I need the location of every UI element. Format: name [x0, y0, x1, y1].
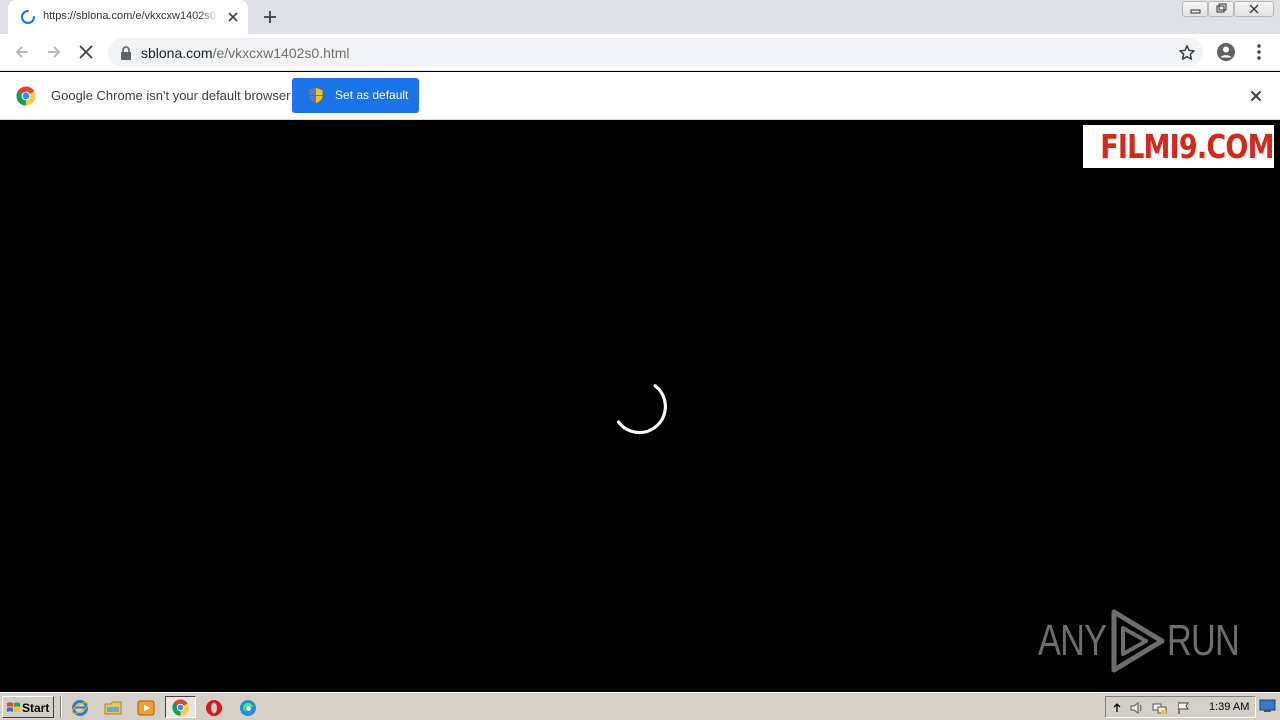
windows-taskbar: Start 1:39 AM: [0, 692, 1280, 720]
start-label: Start: [22, 701, 50, 715]
lock-icon[interactable]: [120, 46, 132, 60]
site-logo-text: FILMI9.COM: [1100, 127, 1274, 166]
start-button[interactable]: Start: [2, 696, 54, 718]
address-bar[interactable]: sblona.com/e/vkxcxw1402s0.html: [108, 38, 1203, 67]
close-window-icon: [1249, 4, 1259, 14]
back-arrow-icon[interactable]: [12, 42, 32, 62]
loading-spinner-icon: [21, 10, 35, 24]
stop-loading-icon[interactable]: [76, 42, 96, 62]
file-explorer-icon[interactable]: [104, 699, 122, 717]
media-player-icon[interactable]: [137, 699, 155, 717]
action-center-flag-icon[interactable]: [1176, 700, 1192, 716]
taskbar-separator: [60, 696, 62, 718]
edge-icon[interactable]: [239, 699, 257, 717]
video-loading-spinner-icon: [616, 384, 667, 435]
infobar-message: Google Chrome isn't your default browser: [51, 88, 291, 103]
close-infobar-icon[interactable]: [1248, 88, 1264, 104]
chrome-icon: [172, 699, 189, 716]
watermark-any: ANY: [1038, 616, 1107, 665]
set-as-default-label: Set as default: [335, 88, 409, 102]
video-player-area[interactable]: FILMI9.COM ANY RUN: [0, 120, 1280, 692]
anyrun-watermark: ANY RUN: [1038, 608, 1240, 674]
restore-button[interactable]: [1208, 1, 1234, 17]
close-window-button[interactable]: [1234, 1, 1274, 17]
internet-explorer-icon[interactable]: [71, 699, 89, 717]
site-logo[interactable]: FILMI9.COM: [1083, 125, 1275, 168]
new-tab-icon[interactable]: [260, 7, 280, 27]
default-browser-infobar: Google Chrome isn't your default browser…: [0, 72, 1280, 120]
system-tray: 1:39 AM: [1105, 696, 1256, 718]
play-triangle-icon: [1111, 609, 1165, 673]
watermark-run: RUN: [1167, 616, 1240, 665]
restore-icon: [1216, 3, 1227, 13]
bookmark-star-icon[interactable]: [1177, 43, 1197, 63]
show-desktop-icon[interactable]: [1259, 698, 1276, 714]
tab-strip: https://sblona.com/e/vkxcxw1402s0.html: [0, 0, 1280, 34]
opera-icon[interactable]: [205, 699, 223, 717]
show-hidden-icons-icon[interactable]: [1109, 700, 1125, 716]
windows-flag-icon: [7, 702, 20, 713]
browser-toolbar: sblona.com/e/vkxcxw1402s0.html: [0, 34, 1280, 71]
browser-tab[interactable]: https://sblona.com/e/vkxcxw1402s0.html: [8, 0, 248, 34]
taskbar-chrome-button[interactable]: [165, 696, 196, 718]
url-text[interactable]: sblona.com/e/vkxcxw1402s0.html: [141, 45, 350, 61]
set-as-default-button[interactable]: Set as default: [292, 78, 419, 113]
network-icon[interactable]: [1152, 700, 1168, 716]
url-path: /e/vkxcxw1402s0.html: [212, 45, 350, 61]
taskbar-clock[interactable]: 1:39 AM: [1209, 701, 1249, 713]
kebab-menu-icon[interactable]: [1249, 42, 1269, 62]
volume-icon[interactable]: [1129, 700, 1145, 716]
minimize-icon: [1190, 9, 1201, 14]
uac-shield-icon: [308, 87, 324, 104]
forward-arrow-icon[interactable]: [44, 42, 64, 62]
profile-avatar-icon[interactable]: [1216, 42, 1236, 62]
url-host: sblona.com: [141, 45, 213, 61]
chrome-logo-icon: [16, 86, 36, 106]
tab-title: https://sblona.com/e/vkxcxw1402s0.html: [43, 10, 219, 22]
minimize-button[interactable]: [1182, 1, 1208, 17]
close-tab-icon[interactable]: [225, 9, 241, 25]
